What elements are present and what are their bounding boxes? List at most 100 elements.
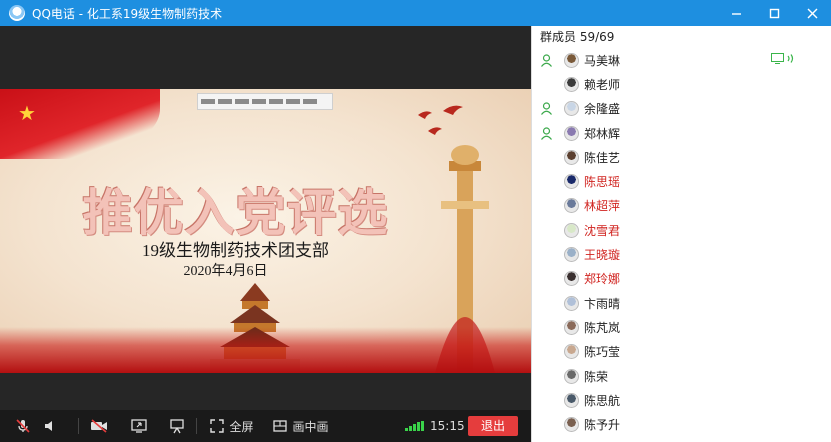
member-name: 沈雪君	[584, 223, 621, 238]
slide-title: 推优入党评选	[82, 183, 389, 242]
fullscreen-icon	[210, 419, 225, 433]
whiteboard-button[interactable]	[166, 410, 188, 442]
member-name: 陈思瑶	[584, 175, 621, 190]
divider	[78, 418, 79, 434]
avatar	[564, 101, 579, 117]
exit-call-button[interactable]: 退出	[468, 416, 518, 436]
speaker-icon	[45, 421, 52, 431]
member-name: 陈思航	[584, 393, 621, 408]
person-mic-icon	[540, 102, 552, 116]
signal-strength-icon	[405, 421, 424, 431]
shared-screen-area[interactable]: ★ 推优入党评选 19级生物制药技术团支部 2020年4月6日	[0, 26, 531, 410]
speaking-indicator	[771, 53, 796, 64]
member-row[interactable]: 卞雨晴	[532, 291, 831, 315]
member-row[interactable]: 赖老师	[532, 72, 831, 96]
avatar	[564, 295, 579, 311]
red-ribbon-decoration	[0, 327, 531, 373]
avatar	[564, 344, 579, 360]
speaker-button[interactable]	[40, 410, 62, 442]
member-name: 郑林辉	[584, 126, 621, 141]
member-row[interactable]: 郑林辉	[532, 121, 831, 145]
title-bar: QQ电话 - 化工系19级生物制药技术	[0, 0, 831, 26]
picture-in-picture-button[interactable]: 画中画	[270, 410, 332, 442]
mic-muted-icon	[16, 419, 30, 433]
member-row[interactable]: 马美琳	[532, 48, 831, 72]
camera-toggle-button[interactable]	[88, 410, 110, 442]
mute-mic-button[interactable]	[12, 410, 34, 442]
member-name: 郑玲娜	[584, 272, 621, 287]
share-screen-icon	[131, 419, 147, 433]
avatar	[564, 222, 579, 238]
member-name: 陈予升	[584, 418, 621, 433]
member-row[interactable]: 陈芃岚	[532, 315, 831, 339]
member-name: 陈荣	[584, 369, 609, 384]
presentation-slide: ★ 推优入党评选 19级生物制药技术团支部 2020年4月6日	[0, 89, 531, 373]
member-list: 马美琳赖老师余隆盛郑林辉陈佳艺陈思瑶林超萍沈雪君王晓璇郑玲娜卞雨晴陈芃岚陈巧莹陈…	[532, 48, 831, 437]
minimize-button[interactable]	[717, 0, 755, 26]
window-title: QQ电话 - 化工系19级生物制药技术	[32, 6, 223, 21]
mic-status-slot	[532, 102, 560, 116]
member-name: 陈巧莹	[584, 345, 621, 360]
member-name: 卞雨晴	[584, 296, 621, 311]
camera-off-icon	[91, 419, 107, 433]
qq-call-window: QQ电话 - 化工系19级生物制药技术 ★ 推优入党评选 19级生物制药技术团支…	[0, 0, 831, 442]
member-row[interactable]: 陈荣	[532, 364, 831, 388]
divider	[196, 418, 197, 434]
member-row[interactable]: 陈巧莹	[532, 340, 831, 364]
qq-logo-icon	[9, 5, 25, 21]
member-name: 陈芃岚	[584, 320, 621, 335]
fullscreen-button[interactable]: 全屏	[206, 410, 258, 442]
avatar	[564, 52, 579, 68]
call-control-bar: 全屏 画中画 15:15 退出	[0, 410, 531, 442]
avatar	[564, 76, 579, 92]
volume-waves-icon	[787, 54, 794, 63]
avatar	[564, 392, 579, 408]
fullscreen-label: 全屏	[229, 419, 254, 434]
star-icon: ★	[18, 101, 36, 125]
close-icon	[807, 8, 817, 18]
member-name: 马美琳	[584, 53, 621, 68]
window-controls	[717, 0, 831, 26]
member-name: 赖老师	[584, 77, 621, 92]
avatar	[564, 247, 579, 263]
share-screen-button[interactable]	[128, 410, 150, 442]
mic-status-slot	[532, 126, 560, 140]
member-count-header: 群成员 59/69	[540, 30, 615, 44]
avatar	[564, 271, 579, 287]
member-row[interactable]: 陈予升	[532, 412, 831, 436]
member-row[interactable]: 陈佳艺	[532, 145, 831, 169]
member-row[interactable]: 余隆盛	[532, 97, 831, 121]
minimize-icon	[731, 12, 741, 15]
maximize-icon	[769, 8, 779, 18]
avatar	[564, 368, 579, 384]
member-row[interactable]: 沈雪君	[532, 218, 831, 242]
shared-toolbar-thumbnail	[197, 93, 333, 110]
member-name: 林超萍	[584, 199, 621, 214]
person-mic-icon	[540, 126, 552, 140]
slide-subtitle: 19级生物制药技术团支部	[142, 241, 329, 260]
member-name: 余隆盛	[584, 102, 621, 117]
member-row[interactable]: 郑玲娜	[532, 267, 831, 291]
avatar	[564, 125, 579, 141]
person-mic-icon	[540, 54, 552, 67]
screen-share-status-icon	[771, 53, 784, 64]
member-row[interactable]: 陈思航	[532, 388, 831, 412]
member-name: 王晓璇	[584, 248, 621, 263]
avatar	[564, 174, 579, 190]
avatar	[564, 149, 579, 165]
member-row[interactable]: 王晓璇	[532, 242, 831, 266]
picture-in-picture-label: 画中画	[292, 419, 329, 434]
avatar	[564, 319, 579, 335]
picture-in-picture-icon	[273, 420, 288, 432]
call-duration: 15:15	[430, 419, 465, 433]
member-row[interactable]: 林超萍	[532, 194, 831, 218]
member-panel: 群成员 59/69 马美琳赖老师余隆盛郑林辉陈佳艺陈思瑶林超萍沈雪君王晓璇郑玲娜…	[531, 26, 831, 442]
avatar	[564, 417, 579, 433]
member-row[interactable]: 陈思瑶	[532, 169, 831, 193]
presentation-icon	[170, 419, 184, 434]
member-name: 陈佳艺	[584, 150, 621, 165]
close-button[interactable]	[793, 0, 831, 26]
maximize-button[interactable]	[755, 0, 793, 26]
mic-status-slot	[532, 54, 560, 67]
avatar	[564, 198, 579, 214]
